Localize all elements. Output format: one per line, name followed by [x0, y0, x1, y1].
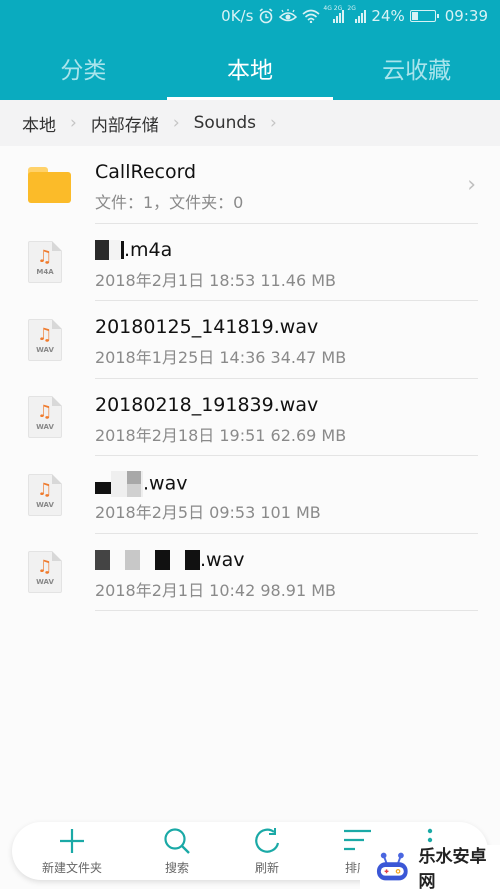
file-list: CallRecord 文件：1，文件夹：0 › ♫ M4A .m4a 2018年2… — [0, 146, 500, 611]
file-name: 20180218_191839.wav — [95, 393, 319, 416]
tab-bar: 分类 本地 云收藏 — [0, 35, 500, 100]
folder-icon — [28, 166, 71, 203]
file-meta: 2018年2月1日 18:53 11.46 MB — [95, 270, 337, 290]
wifi-icon — [302, 9, 320, 23]
file-meta: 2018年2月5日 09:53 101 MB — [95, 503, 321, 522]
file-row[interactable]: ♫ WAV .wav 2018年2月1日 10:42 98.91 MB — [0, 534, 500, 611]
breadcrumb-sounds[interactable]: Sounds — [194, 113, 256, 133]
chevron-right-icon: › — [172, 113, 180, 133]
breadcrumb-local[interactable]: 本地 — [22, 111, 56, 136]
redacted-block — [125, 550, 140, 570]
breadcrumb: 本地 › 内部存储 › Sounds › — [0, 100, 500, 146]
eye-comfort-icon — [279, 9, 298, 22]
file-name: .m4a — [95, 239, 172, 261]
folder-meta: 文件：1，文件夹：0 — [95, 193, 244, 212]
redacted-block — [155, 550, 170, 570]
file-meta: 2018年1月25日 14:36 34.47 MB — [95, 348, 347, 367]
file-row[interactable]: ♫ WAV .wav 2018年2月5日 09:53 101 MB — [0, 456, 500, 534]
file-meta: 2018年2月18日 19:51 62.69 MB — [95, 425, 347, 445]
redacted-block — [95, 550, 110, 570]
folder-row[interactable]: CallRecord 文件：1，文件夹：0 › — [0, 146, 500, 224]
file-meta: 2018年2月1日 10:42 98.91 MB — [95, 580, 337, 600]
breadcrumb-internal-storage[interactable]: 内部存储 — [91, 111, 159, 136]
alarm-icon — [259, 8, 273, 24]
redacted-block — [127, 471, 141, 497]
plus-icon — [60, 829, 84, 853]
redacted-block — [95, 240, 109, 260]
redacted-block — [110, 550, 125, 570]
divider — [95, 610, 478, 611]
file-row[interactable]: ♫ WAV 20180218_191839.wav 2018年2月18日 19:5… — [0, 379, 500, 456]
file-row[interactable]: ♫ M4A .m4a 2018年2月1日 18:53 11.46 MB — [0, 224, 500, 301]
chevron-right-icon: › — [270, 113, 277, 133]
chevron-right-icon: › — [467, 172, 476, 198]
redacted-block — [185, 550, 200, 570]
status-bar: 0K/s 4G 2G 2G 24% 09:39 — [0, 0, 500, 35]
chevron-right-icon: › — [70, 113, 77, 133]
battery-percent: 24% — [371, 7, 405, 25]
audio-file-icon: ♫ WAV — [28, 318, 62, 361]
audio-file-icon: ♫ M4A — [28, 241, 62, 284]
redacted-block — [111, 471, 127, 497]
battery-icon — [409, 10, 439, 22]
watermark: 乐水安卓网 — [360, 845, 500, 889]
tab-cloud-favorites[interactable]: 云收藏 — [333, 35, 500, 100]
refresh-button[interactable]: 刷新 — [222, 822, 312, 880]
redacted-block — [109, 240, 121, 260]
new-folder-button[interactable]: 新建文件夹 — [12, 822, 132, 880]
search-button[interactable]: 搜索 — [132, 822, 222, 880]
watermark-text: 乐水安卓网 — [418, 847, 487, 889]
file-name: .wav — [95, 549, 244, 571]
network-speed: 0K/s — [221, 7, 254, 25]
tab-category[interactable]: 分类 — [0, 35, 167, 100]
audio-file-icon: ♫ WAV — [28, 551, 62, 594]
file-row[interactable]: ♫ WAV 20180125_141819.wav 2018年1月25日 14:3… — [0, 301, 500, 379]
search-icon — [164, 828, 190, 854]
redacted-block — [95, 482, 111, 494]
folder-name: CallRecord — [95, 161, 197, 183]
signal-sim2-icon: 2G — [347, 5, 367, 23]
file-name: 20180125_141819.wav — [95, 316, 319, 338]
file-name: .wav — [95, 471, 187, 497]
clock: 09:39 — [444, 7, 488, 25]
audio-file-icon: ♫ WAV — [28, 473, 62, 516]
audio-file-icon: ♫ WAV — [28, 396, 62, 439]
redacted-block — [140, 550, 155, 570]
robot-logo-icon — [376, 852, 408, 881]
signal-sim1-icon: 4G 2G — [323, 5, 345, 23]
tab-local[interactable]: 本地 — [166, 35, 334, 100]
redacted-block — [170, 550, 185, 570]
refresh-icon — [255, 828, 280, 853]
